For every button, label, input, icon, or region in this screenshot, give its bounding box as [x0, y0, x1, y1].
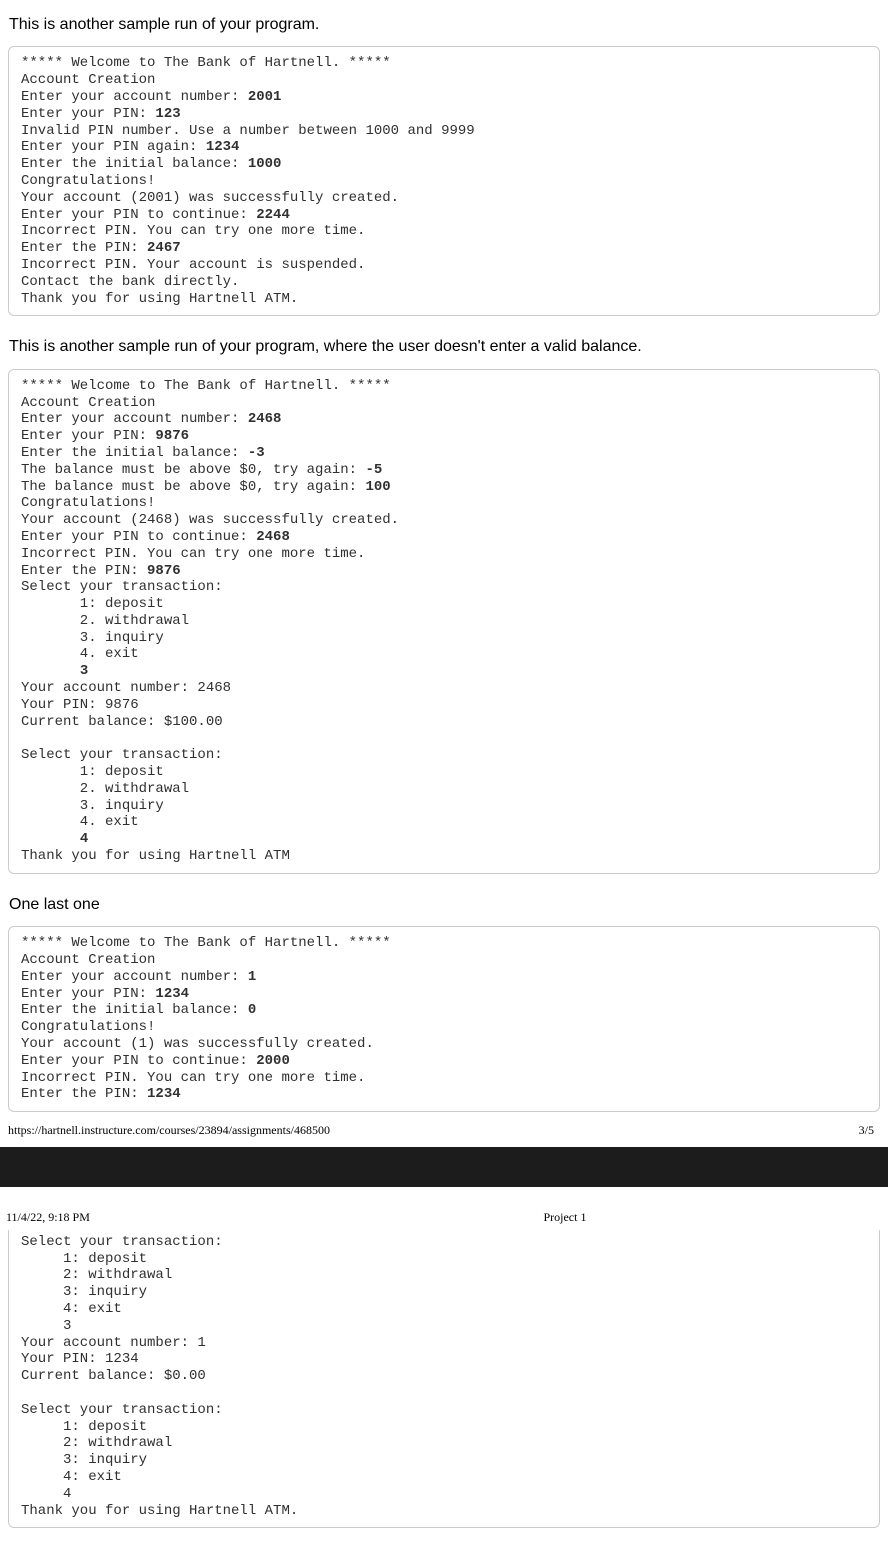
header-datetime: 11/4/22, 9:18 PM — [6, 1209, 90, 1226]
page-header-4: 11/4/22, 9:18 PM Project 1 — [0, 1187, 888, 1230]
heading-sample-run-1: This is another sample run of your progr… — [9, 14, 879, 36]
sample-output-2: ***** Welcome to The Bank of Hartnell. *… — [8, 369, 880, 874]
sample-output-1: ***** Welcome to The Bank of Hartnell. *… — [8, 46, 880, 316]
header-title: Project 1 — [90, 1209, 880, 1226]
page-footer-3: https://hartnell.instructure.com/courses… — [8, 1120, 880, 1147]
heading-sample-run-2: This is another sample run of your progr… — [9, 336, 879, 358]
sample-output-3-top: ***** Welcome to The Bank of Hartnell. *… — [8, 926, 880, 1112]
sample-output-3-bottom: Select your transaction: 1: deposit 2: w… — [8, 1230, 880, 1529]
heading-sample-run-3: One last one — [9, 894, 879, 916]
footer-page-number: 3/5 — [859, 1122, 874, 1139]
footer-url: https://hartnell.instructure.com/courses… — [8, 1122, 330, 1139]
page-break — [0, 1147, 888, 1187]
